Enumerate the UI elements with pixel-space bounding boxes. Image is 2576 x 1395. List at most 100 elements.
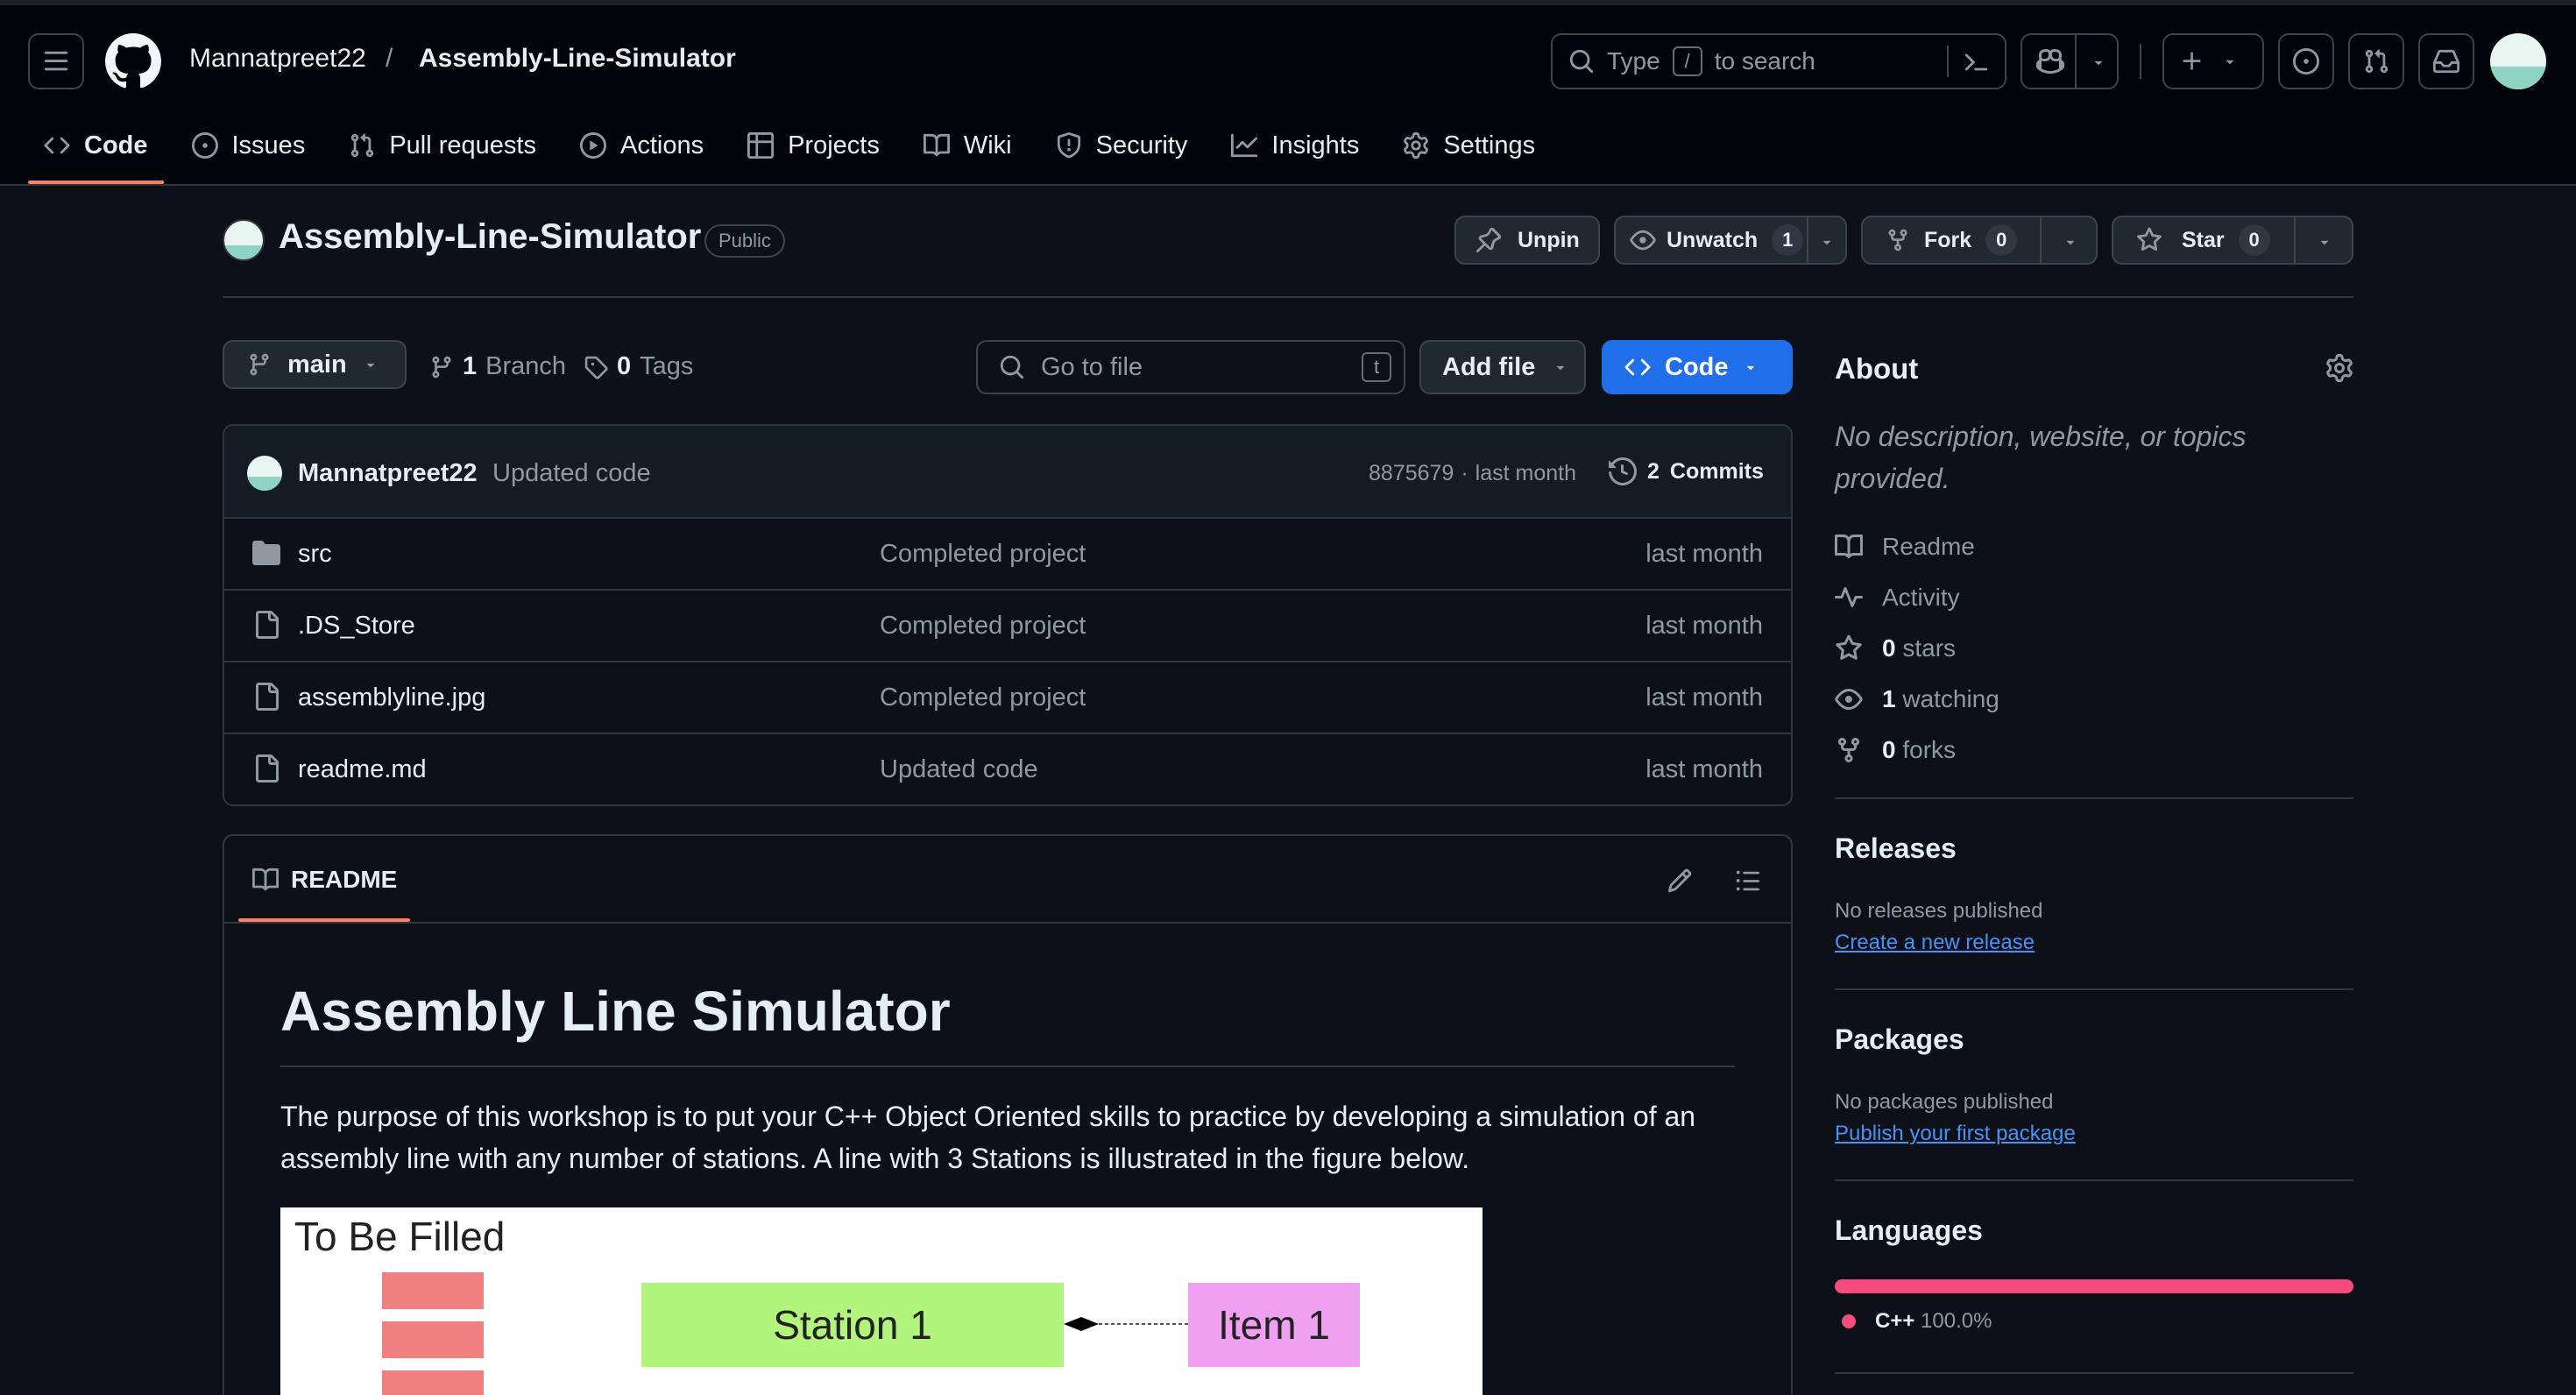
file-name[interactable]: assemblyline.jpg — [298, 683, 485, 712]
watching-link[interactable]: 1 watching — [1835, 685, 1999, 713]
stars-link[interactable]: 0 stars — [1835, 634, 1956, 662]
commits-link[interactable]: 2 Commits — [1609, 457, 1764, 485]
readme-link[interactable]: Readme — [1835, 533, 1975, 561]
tab-pull-requests[interactable]: Pull requests — [333, 119, 552, 172]
file-commit-message[interactable]: Completed project — [880, 540, 1086, 569]
code-button[interactable]: Code — [1602, 340, 1793, 394]
file-name[interactable]: .DS_Store — [298, 612, 415, 641]
language-name: C++ — [1875, 1309, 1915, 1333]
tab-code[interactable]: Code — [28, 119, 164, 184]
readme-tabbar: README — [224, 836, 1791, 924]
pull-requests-button[interactable] — [2348, 33, 2404, 89]
breadcrumb-repo[interactable]: Assembly-Line-Simulator — [419, 44, 736, 74]
fork-icon — [1838, 738, 1859, 763]
fork-counter: 0 — [1985, 224, 2018, 256]
add-file-button[interactable]: Add file — [1419, 340, 1586, 394]
tab-label: Settings — [1443, 131, 1536, 159]
tab-insights[interactable]: Insights — [1215, 119, 1375, 172]
issues-button[interactable] — [2278, 33, 2334, 89]
branches-link[interactable]: 1 Branch — [429, 352, 566, 381]
publish-package-link[interactable]: Publish your first package — [1835, 1122, 2076, 1146]
unpin-button[interactable]: Unpin — [1454, 216, 1600, 265]
repo-title[interactable]: Assembly-Line-Simulator — [279, 217, 701, 257]
about-heading: About — [1835, 352, 1919, 385]
commit-author[interactable]: Mannatpreet22 — [298, 459, 478, 488]
file-name[interactable]: src — [298, 540, 332, 569]
fork-button[interactable]: Fork 0 — [1861, 216, 2098, 265]
chevron-down-icon — [366, 363, 374, 368]
chevron-down-icon — [1557, 365, 1565, 371]
menu-button[interactable] — [28, 33, 84, 89]
latest-commit-bar: Mannatpreet22 Updated code 8875679 · las… — [224, 426, 1791, 519]
github-logo-icon[interactable] — [105, 33, 161, 89]
file-row[interactable]: src Completed project last month — [224, 519, 1791, 591]
tab-settings[interactable]: Settings — [1387, 119, 1551, 172]
language-item-cpp[interactable]: C++ 100.0% — [1842, 1309, 1992, 1334]
file-row[interactable]: assemblyline.jpg Completed project last mo… — [224, 662, 1791, 734]
fork-label: Fork — [1924, 227, 1972, 252]
search-input[interactable]: Type / to search — [1551, 33, 2006, 89]
tab-label: Actions — [619, 131, 704, 159]
chevron-down-icon[interactable] — [2317, 234, 2332, 250]
file-commit-message[interactable]: Updated code — [880, 755, 1038, 784]
readme-title: Assembly Line Simulator — [280, 980, 951, 1043]
unwatch-button[interactable]: Unwatch 1 — [1614, 216, 1847, 265]
commit-message[interactable]: Updated code — [492, 459, 651, 488]
tab-label: Projects — [788, 131, 880, 159]
gear-icon[interactable] — [2325, 354, 2353, 382]
readme-tab[interactable]: README — [238, 852, 411, 908]
figure-station-box: Station 1 — [641, 1283, 1064, 1367]
branch-selector[interactable]: main — [223, 340, 407, 389]
file-name[interactable]: readme.md — [298, 755, 427, 784]
terminal-icon[interactable] — [1964, 49, 1991, 75]
outline-list-icon[interactable] — [1735, 867, 1761, 894]
file-row[interactable]: readme.md Updated code last month — [224, 734, 1791, 804]
packages-heading[interactable]: Packages — [1835, 1023, 1964, 1056]
activity-link[interactable]: Activity — [1835, 584, 1960, 612]
figure-item-box: Item 1 — [1188, 1283, 1360, 1367]
file-commit-time: last month — [1645, 612, 1763, 640]
releases-heading[interactable]: Releases — [1835, 832, 1957, 865]
file-commit-message[interactable]: Completed project — [880, 683, 1086, 712]
unwatch-divider — [1807, 217, 1808, 263]
tab-issues[interactable]: Issues — [176, 119, 322, 172]
file-row[interactable]: .DS_Store Completed project last month — [224, 591, 1791, 662]
file-commit-message[interactable]: Completed project — [880, 612, 1086, 641]
tab-label: Wiki — [963, 131, 1012, 159]
activity-link-label: Activity — [1882, 584, 1960, 611]
forks-label: forks — [1902, 736, 1957, 763]
chevron-down-icon[interactable] — [2063, 234, 2078, 250]
tab-security[interactable]: Security — [1040, 119, 1204, 172]
language-bar-segment-cpp — [1835, 1279, 2353, 1293]
plus-icon — [2183, 52, 2201, 70]
search-shortcut-key: / — [1672, 46, 1702, 76]
tab-wiki[interactable]: Wiki — [908, 119, 1028, 172]
figure-item-label: Item 1 — [1218, 1302, 1330, 1348]
create-new-button[interactable] — [2162, 33, 2264, 89]
go-to-file-shortcut: t — [1362, 352, 1391, 382]
pencil-icon[interactable] — [1667, 867, 1693, 894]
forks-link[interactable]: 0 forks — [1835, 736, 1956, 764]
pull-request-icon — [351, 133, 374, 158]
go-to-file-input[interactable]: Go to file t — [976, 340, 1405, 394]
inbox-button[interactable] — [2418, 33, 2474, 89]
star-counter: 0 — [2238, 224, 2270, 256]
chevron-down-icon[interactable] — [1819, 234, 1835, 250]
copilot-button[interactable] — [2020, 33, 2119, 89]
tab-actions[interactable]: Actions — [564, 119, 719, 172]
commit-author-avatar[interactable] — [247, 456, 282, 491]
star-button[interactable]: Star 0 — [2112, 216, 2353, 265]
tags-link[interactable]: 0 Tags — [584, 352, 693, 381]
breadcrumb-owner[interactable]: Mannatpreet22 — [189, 44, 366, 74]
readme-tab-label: README — [291, 866, 398, 893]
file-icon — [256, 611, 279, 639]
tab-projects[interactable]: Projects — [732, 119, 895, 172]
copilot-divider — [2075, 35, 2077, 88]
create-release-link[interactable]: Create a new release — [1835, 931, 2035, 955]
commit-hash[interactable]: 8875679 — [1369, 461, 1454, 486]
user-avatar[interactable] — [2490, 33, 2546, 89]
visibility-badge: Public — [704, 224, 785, 258]
eye-icon — [1835, 689, 1863, 710]
play-icon — [579, 132, 606, 159]
commit-meta-dot: · — [1461, 461, 1468, 485]
